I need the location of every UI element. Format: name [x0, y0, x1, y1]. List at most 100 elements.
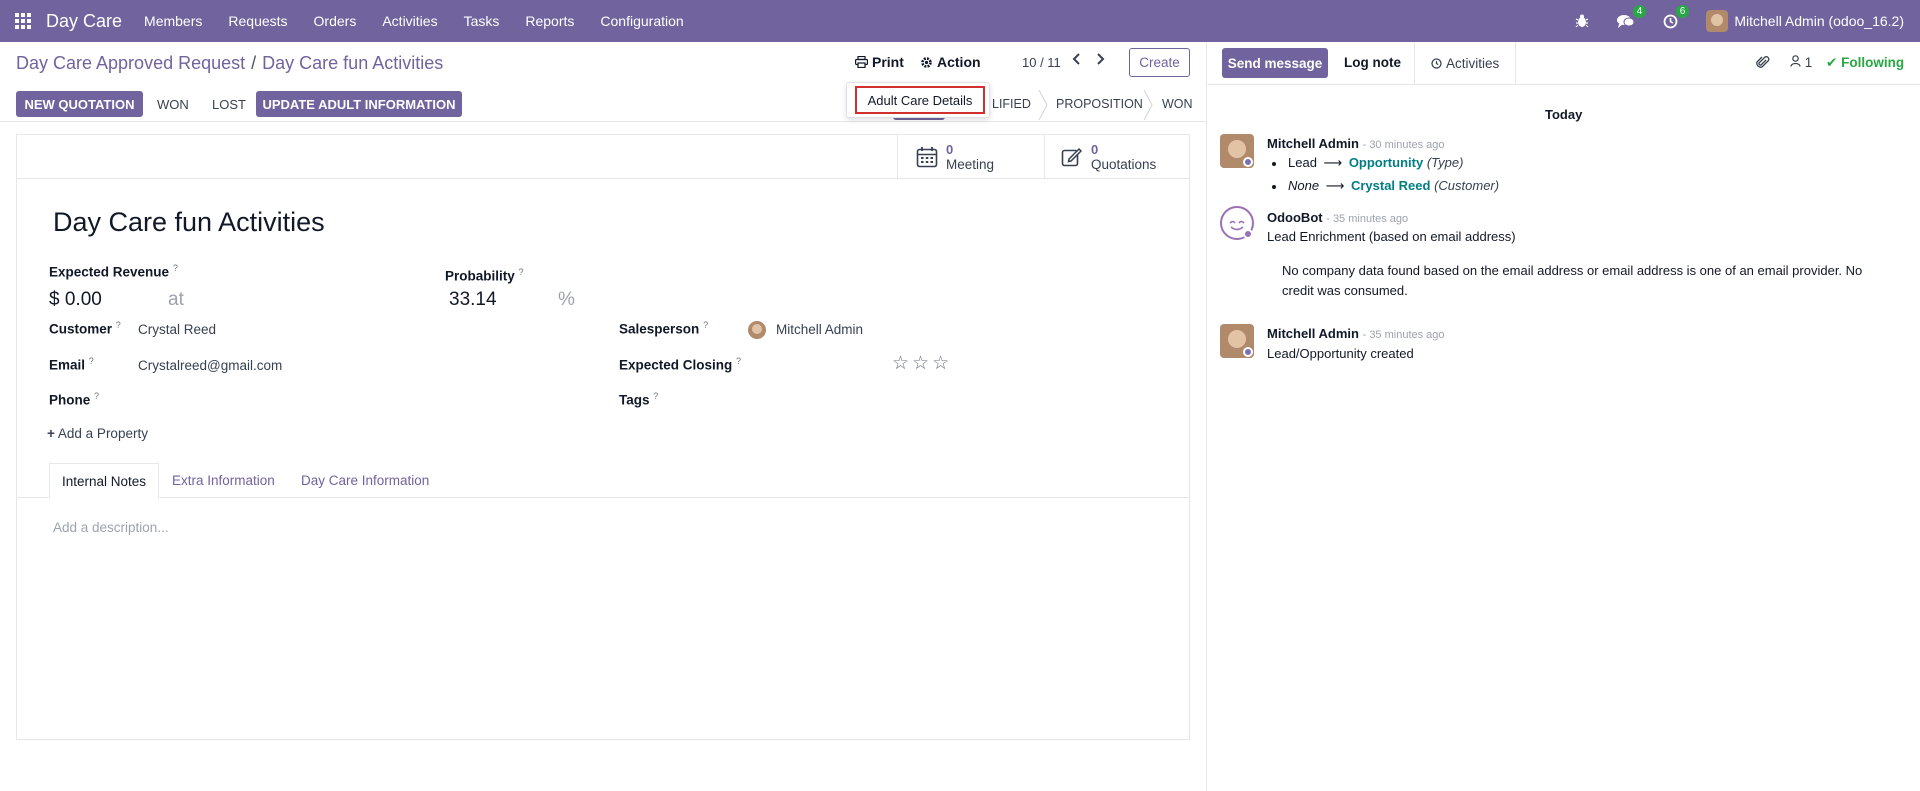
message-author: Mitchell Admin - 30 minutes ago — [1267, 136, 1445, 151]
chevron-right-icon[interactable] — [1095, 52, 1105, 71]
email-label: Email ? — [49, 356, 94, 373]
message-body: Lead Enrichment (based on email address) — [1267, 229, 1516, 244]
check-icon: ✔ — [1826, 55, 1838, 70]
edit-document-icon — [1061, 147, 1083, 167]
messages-icon[interactable]: 4 — [1617, 5, 1647, 28]
arrow-right-icon: ⟶ — [1323, 155, 1343, 170]
menu-orders[interactable]: Orders — [314, 13, 357, 29]
apps-grid-icon[interactable] — [0, 0, 46, 42]
message-body: No company data found based on the email… — [1282, 263, 1863, 278]
tab-extra-information[interactable]: Extra Information — [160, 463, 287, 498]
create-button[interactable]: Create — [1129, 48, 1190, 77]
message-body: credit was consumed. — [1282, 283, 1408, 298]
meeting-count: 0 — [946, 142, 954, 157]
following-button[interactable]: ✔ Following — [1826, 55, 1904, 71]
print-button[interactable]: Print — [855, 54, 904, 70]
tracking-line: None ⟶ Crystal Reed (Customer) — [1272, 178, 1499, 194]
online-status-icon — [1243, 347, 1253, 357]
probability-label: Probability ? — [445, 267, 524, 284]
opportunity-title[interactable]: Day Care fun Activities — [53, 207, 325, 238]
clock-icon — [1431, 57, 1442, 69]
lost-button[interactable]: LOST — [212, 91, 246, 117]
description-field[interactable]: Add a description... — [53, 520, 169, 535]
paperclip-icon[interactable] — [1756, 55, 1770, 73]
meeting-label: Meeting — [946, 157, 995, 172]
message-time: - 35 minutes ago — [1362, 329, 1445, 341]
expected-revenue-field[interactable]: $ 0.00 — [49, 289, 102, 311]
tab-internal-notes[interactable]: Internal Notes — [49, 463, 160, 499]
log-note-button[interactable]: Log note — [1344, 55, 1401, 70]
email-field[interactable]: Crystalreed@gmail.com — [138, 358, 282, 373]
user-menu[interactable]: Mitchell Admin (odoo_16.2) — [1706, 10, 1904, 32]
smart-button-bar: 0 Meeting 0 Quotations — [17, 135, 1189, 179]
debug-bug-icon[interactable] — [1575, 14, 1589, 28]
gear-icon — [921, 56, 932, 68]
star-icon[interactable]: ☆ — [912, 353, 932, 374]
tags-label: Tags ? — [619, 391, 659, 408]
priority-stars[interactable]: ☆☆☆ — [892, 352, 952, 375]
adult-care-details-menu-item[interactable]: Adult Care Details — [855, 86, 985, 114]
message-time: - 35 minutes ago — [1326, 213, 1409, 225]
new-quotation-button[interactable]: NEW QUOTATION — [16, 91, 143, 117]
date-separator: Today — [1545, 107, 1583, 122]
pager-value[interactable]: 10 / 11 — [1022, 55, 1061, 70]
star-icon[interactable]: ☆ — [932, 353, 952, 374]
form-sheet: 0 Meeting 0 Quotations Day Care fun Acti… — [16, 134, 1190, 740]
menu-members[interactable]: Members — [144, 13, 202, 29]
salesperson-field[interactable]: Mitchell Admin — [776, 322, 863, 337]
action-button[interactable]: Action — [920, 54, 981, 70]
won-button[interactable]: WON — [157, 91, 189, 117]
stage-chevron-icon — [1143, 90, 1153, 120]
calendar-icon — [916, 147, 938, 168]
meeting-smart-button[interactable]: 0 Meeting — [897, 135, 1044, 179]
add-property-button[interactable]: + Add a Property — [47, 426, 148, 441]
followers-button[interactable]: 1 — [1790, 55, 1812, 70]
plus-icon: + — [47, 426, 55, 441]
at-label: at — [168, 289, 184, 310]
stage-chevron-icon — [1038, 90, 1048, 120]
user-name: Mitchell Admin (odoo_16.2) — [1734, 13, 1904, 29]
control-panel-divider — [0, 121, 1206, 122]
customer-label: Customer ? — [49, 320, 121, 337]
message-author: Mitchell Admin - 35 minutes ago — [1267, 326, 1445, 341]
stage-proposition[interactable]: PROPOSITION — [1056, 97, 1143, 111]
menu-activities[interactable]: Activities — [382, 13, 437, 29]
menu-configuration[interactable]: Configuration — [600, 13, 683, 29]
chevron-left-icon[interactable] — [1072, 52, 1082, 71]
send-message-button[interactable]: Send message — [1222, 48, 1328, 78]
breadcrumb-separator: / — [251, 53, 257, 73]
user-icon — [1790, 55, 1801, 67]
tab-day-care-information[interactable]: Day Care Information — [289, 463, 441, 498]
heart-status-icon — [1243, 229, 1253, 239]
chatter-activities-button[interactable]: Activities — [1414, 42, 1517, 84]
menu-requests[interactable]: Requests — [228, 13, 287, 29]
user-avatar — [1706, 10, 1729, 32]
app-brand[interactable]: Day Care — [46, 11, 122, 32]
probability-field[interactable]: 33.14 — [449, 289, 497, 311]
chatter-divider — [1206, 42, 1207, 791]
print-icon — [855, 56, 868, 68]
quotations-smart-button[interactable]: 0 Quotations — [1044, 135, 1189, 179]
activities-badge: 6 — [1675, 4, 1690, 18]
stage-won[interactable]: WON — [1162, 97, 1193, 111]
activity-clock-icon[interactable]: 6 — [1663, 4, 1690, 29]
top-navbar: Day Care Members Requests Orders Activit… — [0, 0, 1920, 42]
quotation-label: Quotations — [1091, 157, 1157, 172]
messages-badge: 4 — [1632, 5, 1647, 18]
update-adult-information-button[interactable]: UPDATE ADULT INFORMATION — [256, 91, 462, 117]
message-time: - 30 minutes ago — [1362, 139, 1445, 151]
expected-revenue-label: Expected Revenue ? — [49, 263, 178, 280]
online-status-icon — [1243, 157, 1253, 167]
breadcrumb-parent[interactable]: Day Care Approved Request — [16, 53, 245, 73]
message-body: Lead/Opportunity created — [1267, 346, 1414, 361]
customer-field[interactable]: Crystal Reed — [138, 322, 216, 337]
notebook-tabs: Internal Notes Extra Information Day Car… — [17, 463, 1189, 499]
star-icon[interactable]: ☆ — [892, 353, 912, 374]
chatter-header-divider — [1207, 84, 1920, 85]
percent-sign: % — [558, 289, 575, 310]
arrow-right-icon: ⟶ — [1325, 178, 1345, 193]
menu-reports[interactable]: Reports — [525, 13, 574, 29]
print-dropdown-menu: Adult Care Details — [846, 82, 990, 118]
menu-tasks[interactable]: Tasks — [464, 13, 500, 29]
stage-qualified[interactable]: LIFIED — [992, 97, 1031, 111]
